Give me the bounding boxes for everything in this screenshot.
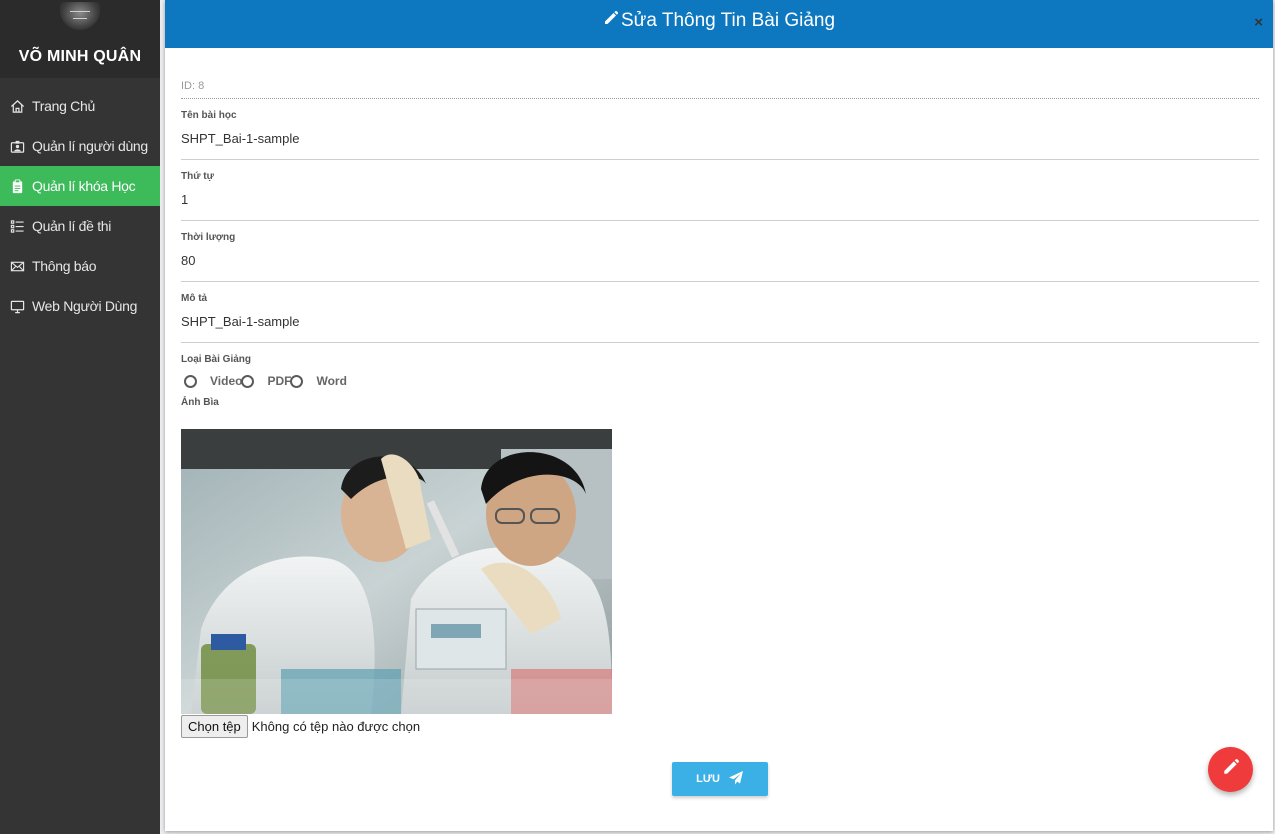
cover-label: Ảnh Bìa: [181, 397, 219, 408]
sidebar-menu: Trang Chủ Quản lí người dùng Quản lí khó…: [0, 86, 160, 326]
save-label: LƯU: [696, 773, 720, 785]
choose-file-button[interactable]: Chọn tệp: [181, 715, 248, 738]
sidebar-item-label: Thông báo: [32, 258, 97, 274]
file-status: Không có tệp nào được chọn: [251, 719, 421, 734]
sidebar-item-notifications[interactable]: Thông báo: [0, 246, 160, 286]
description-label: Mô tả: [181, 293, 208, 304]
description-input[interactable]: [181, 311, 1259, 332]
sidebar-item-label: Quản lí khóa Học: [32, 178, 136, 194]
radio-button[interactable]: [241, 374, 255, 388]
lesson-name-label: Tên bài học: [181, 110, 237, 121]
monitor-icon: [9, 298, 25, 314]
modal-title-text: Sửa Thông Tin Bài Giảng: [620, 10, 836, 31]
sidebar-item-users[interactable]: Quản lí người dùng: [0, 126, 160, 166]
modal-header: Sửa Thông Tin Bài Giảng ×: [165, 0, 1273, 48]
sidebar-item-label: Trang Chủ: [32, 98, 95, 114]
radio-word[interactable]: Word: [290, 374, 359, 388]
send-icon: [720, 770, 744, 789]
clipboard-icon: [9, 178, 25, 194]
sidebar-item-label: Quản lí người dùng: [32, 138, 148, 154]
modal-title: Sửa Thông Tin Bài Giảng: [165, 10, 1273, 32]
lesson-name-field: Tên bài học: [181, 99, 1259, 160]
save-button[interactable]: LƯU: [672, 762, 768, 796]
radio-button[interactable]: [184, 374, 197, 388]
order-field: Thứ tự: [181, 160, 1259, 221]
sidebar-item-label: Web Người Dùng: [32, 298, 138, 314]
lecture-type-group: Loại Bài Giảng Video PDF Word Ảnh Bìa: [181, 343, 1259, 408]
radio-label: Video: [210, 374, 243, 388]
sidebar-item-label: Quản lí đề thi: [32, 218, 112, 234]
radio-label: PDF: [267, 374, 292, 388]
duration-field: Thời lượng: [181, 221, 1259, 282]
pencil-icon: [603, 10, 621, 32]
order-label: Thứ tự: [181, 171, 214, 182]
edit-lecture-modal: Sửa Thông Tin Bài Giảng × ID: 8 Tên bài …: [165, 0, 1273, 831]
order-input[interactable]: [181, 189, 1259, 210]
lesson-name-input[interactable]: [181, 128, 1259, 149]
sidebar-item-user-web[interactable]: Web Người Dùng: [0, 286, 160, 326]
duration-label: Thời lượng: [181, 232, 236, 243]
lecture-form: ID: 8 Tên bài học Thứ tự Thời lượng Mô t…: [181, 48, 1259, 408]
sidebar-header: VÕ MINH QUÂN: [0, 0, 160, 78]
description-field: Mô tả: [181, 282, 1259, 343]
sidebar-item-exams[interactable]: Quản lí đề thi: [0, 206, 160, 246]
envelope-icon: [9, 258, 25, 274]
home-icon: [9, 98, 25, 114]
radio-label: Word: [316, 374, 347, 388]
duration-input[interactable]: [181, 250, 1259, 271]
sidebar-item-home[interactable]: Trang Chủ: [0, 86, 160, 126]
avatar: [60, 2, 100, 30]
list-icon: [9, 218, 25, 234]
file-picker: Chọn tệp Không có tệp nào được chọn: [181, 715, 420, 738]
cover-image: [181, 429, 612, 714]
user-badge-icon: [9, 138, 25, 154]
lecture-id: ID: 8: [181, 80, 1259, 99]
sidebar: VÕ MINH QUÂN Trang Chủ Quản lí người dùn…: [0, 0, 160, 834]
sidebar-item-courses[interactable]: Quản lí khóa Học: [0, 166, 160, 206]
close-button[interactable]: ×: [1254, 14, 1263, 31]
lecture-type-options: Video PDF Word: [181, 374, 1259, 388]
lecture-type-label: Loại Bài Giảng: [181, 354, 252, 365]
edit-fab-button[interactable]: [1208, 747, 1253, 792]
pencil-icon: [1222, 758, 1240, 781]
user-name: VÕ MINH QUÂN: [18, 48, 142, 65]
radio-button[interactable]: [290, 374, 304, 388]
